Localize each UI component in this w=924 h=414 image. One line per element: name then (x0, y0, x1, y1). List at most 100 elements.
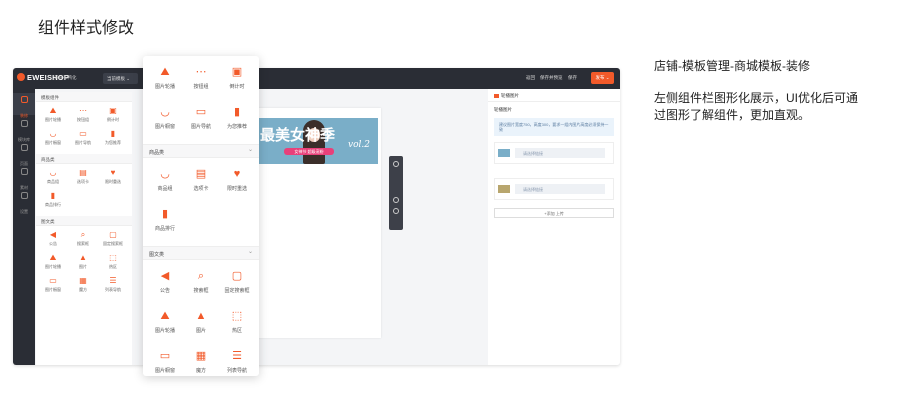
component-b2-3[interactable]: ⛰ 图片轮播 (147, 306, 183, 342)
component-label: 列表导航 (105, 287, 121, 292)
component-label: 魔方 (79, 287, 87, 292)
component-s2-8[interactable]: ☰ 列表导航 (98, 275, 128, 298)
component-label: 商品排行 (154, 226, 175, 232)
component-b0-1[interactable]: ⋯ 按钮组 (183, 62, 219, 98)
module-icon (20, 120, 28, 127)
component-b0-0[interactable]: ⛰ 图片轮播 (147, 62, 183, 98)
component-s1-0[interactable]: ◡ 商品组 (38, 167, 68, 190)
component-label: 图片橱窗 (154, 368, 175, 374)
component-b0-5[interactable]: ▮ 为您推荐 (219, 102, 255, 138)
component-s2-7[interactable]: ▦ 魔方 (68, 275, 98, 298)
component-b0-4[interactable]: ▭ 图片导航 (183, 102, 219, 138)
component-s0-3[interactable]: ◡ 图片橱窗 (38, 128, 68, 151)
panel-header-icon (494, 93, 499, 98)
component-s1-3[interactable]: ▮ 商品排行 (38, 190, 68, 213)
component-b2-4[interactable]: ▲ 图片 (183, 306, 219, 342)
component-icon: ▮ (110, 129, 116, 138)
nav-item-pages[interactable]: 页面 (13, 141, 35, 166)
component-b1-2[interactable]: ♥ 限时重选 (219, 164, 255, 200)
component-icon: ⛰ (49, 106, 57, 115)
save-preview-link[interactable]: 保存并预览 (540, 75, 563, 81)
component-label: 倒计时 (107, 117, 119, 122)
small-section-title: 图文类 (36, 216, 132, 226)
component-s2-0[interactable]: ◀ 公告 (38, 229, 68, 252)
component-s0-1[interactable]: ⋯ 按钮组 (68, 105, 98, 128)
component-label: 列表导航 (226, 368, 247, 374)
back-link[interactable]: 返回 (526, 75, 535, 81)
panel-header: 轮播图片 (488, 89, 620, 102)
component-s0-4[interactable]: ▭ 图片导航 (68, 128, 98, 151)
component-b2-0[interactable]: ◀ 公告 (147, 266, 183, 302)
delete-icon[interactable] (393, 208, 399, 214)
copy-icon[interactable] (393, 197, 399, 203)
component-icon: ◀ (49, 230, 57, 239)
link-input[interactable]: 请选择链接 (515, 184, 605, 194)
nav-item-assets[interactable]: 素材 (13, 165, 35, 190)
banner-text: 最美女神季 (260, 126, 336, 144)
template-select[interactable]: 当前模板 ⌄ (103, 73, 138, 84)
component-icon: ▭ (195, 106, 207, 118)
component-icon: ▢ (109, 230, 117, 239)
component-label: 图片 (195, 328, 206, 334)
component-icon: ◡ (49, 129, 57, 138)
component-s2-1[interactable]: ⌕ 搜索框 (68, 229, 98, 252)
section-title-graphics[interactable]: 图文类 (143, 246, 259, 260)
nav-item-modules[interactable]: 模块库 (13, 117, 35, 142)
component-s2-2[interactable]: ▢ 固定搜索框 (98, 229, 128, 252)
properties-panel: 轮播图片 轮播图片 建议图片宽度750，高度300，要求一组内图片高度必须保持一… (488, 89, 620, 365)
component-icon: ▮ (50, 191, 56, 200)
component-s0-0[interactable]: ⛰ 图片轮播 (38, 105, 68, 128)
carousel-image-item[interactable]: 请选择链接 (494, 142, 614, 164)
component-b2-5[interactable]: ⬚ 热区 (219, 306, 255, 342)
component-label: 固定搜索框 (103, 241, 123, 246)
carousel-image-item[interactable]: 请选择链接 (494, 178, 614, 200)
component-s1-2[interactable]: ♥ 限时重选 (98, 167, 128, 190)
eye-icon[interactable] (393, 161, 399, 167)
component-icon: ▭ (49, 276, 57, 285)
component-s2-6[interactable]: ▭ 图片橱窗 (38, 275, 68, 298)
component-label: 限时重选 (226, 186, 247, 192)
component-s2-3[interactable]: ⛰ 图片轮播 (38, 252, 68, 275)
component-icon: ⬚ (109, 253, 117, 262)
component-b1-1[interactable]: ▤ 选项卡 (183, 164, 219, 200)
component-b1-0[interactable]: ◡ 商品组 (147, 164, 183, 200)
component-b0-2[interactable]: ▣ 倒计时 (219, 62, 255, 98)
banner-carousel[interactable]: 最美女神季 女神节·超级宠粉 vol.2 (256, 118, 378, 164)
component-label: 按钮组 (77, 117, 89, 122)
link-input[interactable]: 请选择链接 (515, 148, 605, 158)
nav-item-settings[interactable]: 设置 (13, 189, 35, 214)
component-s0-5[interactable]: ▮ 为您推荐 (98, 128, 128, 151)
breadcrumb-path: 店铺-模板管理-商城模板-装修 (654, 59, 810, 73)
component-b0-3[interactable]: ◡ 图片橱窗 (147, 102, 183, 138)
component-s1-1[interactable]: ▤ 选项卡 (68, 167, 98, 190)
component-icon: ▲ (195, 310, 207, 322)
component-s2-4[interactable]: ▲ 图片 (68, 252, 98, 275)
component-icon: ⬚ (231, 310, 243, 322)
save-link[interactable]: 保存 (568, 75, 577, 81)
component-b2-8[interactable]: ☰ 列表导航 (219, 346, 255, 376)
component-b2-1[interactable]: ⌕ 搜索框 (183, 266, 219, 302)
component-label: 为您推荐 (105, 140, 121, 145)
section-title-goods[interactable]: 商品类 (143, 144, 259, 158)
small-section-title: 商品类 (36, 154, 132, 164)
add-image-button[interactable]: +添加 上传 (494, 208, 614, 218)
component-label: 图片导航 (75, 140, 91, 145)
component-label: 图片橱窗 (45, 140, 61, 145)
component-s2-5[interactable]: ⬚ 热区 (98, 252, 128, 275)
canvas-toolstrip (389, 156, 403, 230)
component-b2-2[interactable]: ▢ 固定搜索框 (219, 266, 255, 302)
component-icon: ▣ (109, 106, 117, 115)
page-title: 组件样式修改 (38, 20, 135, 37)
component-s0-2[interactable]: ▣ 倒计时 (98, 105, 128, 128)
component-label: 图片橱窗 (45, 287, 61, 292)
component-b2-6[interactable]: ▭ 图片橱窗 (147, 346, 183, 376)
component-b2-7[interactable]: ▦ 魔方 (183, 346, 219, 376)
publish-button[interactable]: 发布 ⌄ (591, 72, 614, 84)
nav-item-decorate[interactable]: 装修 (13, 93, 35, 118)
component-b1-3[interactable]: ▮ 商品排行 (147, 204, 183, 240)
small-section-title: 模板组件 (36, 92, 132, 102)
gear-icon (20, 192, 28, 199)
description-line-1: 左侧组件栏图形化展示，UI优化后可通 (654, 91, 859, 105)
panel-tip: 建议图片宽度750，高度300，要求一组内图片高度必须保持一致 (494, 118, 614, 136)
component-label: 固定搜索框 (224, 288, 250, 294)
